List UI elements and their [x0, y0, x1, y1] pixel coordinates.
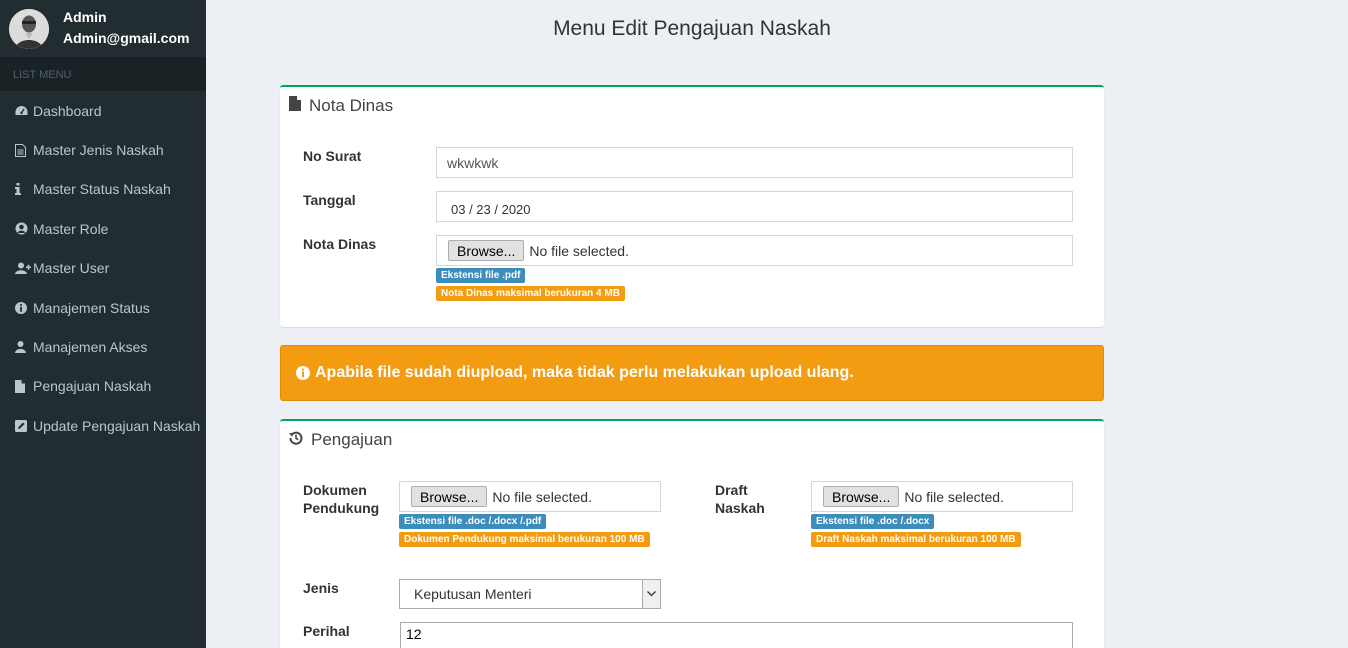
perihal-label: Perihal [303, 623, 350, 639]
jenis-label: Jenis [303, 580, 339, 596]
nota-dinas-box: Nota Dinas No Surat wkwkwk Tanggal 03 / … [280, 85, 1104, 327]
sidebar-item-label: Master Role [33, 220, 109, 237]
user-panel: Admin Admin@gmail.com [0, 0, 206, 57]
sidebar-item-label: Pengajuan Naskah [33, 378, 152, 395]
dashboard-icon [15, 105, 33, 117]
info-circle-icon [296, 366, 310, 380]
user-plus-icon [15, 262, 33, 275]
sidebar-item-label: Manajemen Akses [33, 339, 148, 356]
perihal-value: 12 [406, 626, 422, 642]
history-icon [289, 430, 303, 450]
dokumen-label-line-1: Dokumen [303, 482, 367, 498]
avatar [9, 9, 49, 49]
menu-header: LIST MENU [0, 57, 206, 91]
sidebar-item-label: Dashboard [33, 102, 102, 119]
dokumen-pendukung-label: Dokumen Pendukung [303, 481, 379, 517]
no-surat-label: No Surat [303, 148, 362, 164]
user-circle-icon [15, 222, 33, 235]
file-status: No file selected. [529, 242, 629, 259]
browse-button[interactable]: Browse... [448, 240, 525, 261]
sidebar-item-label: Update Pengajuan Naskah [33, 417, 201, 434]
upload-warning-alert: Apabila file sudah diupload, maka tidak … [280, 345, 1104, 401]
nota-dinas-box-title: Nota Dinas [289, 96, 393, 116]
file-extension-badge: Ekstensi file .doc /.docx [811, 514, 935, 529]
draft-naskah-label: Draft Naskah [715, 481, 765, 517]
file-icon [15, 379, 33, 393]
edit-icon [15, 419, 33, 432]
jenis-select[interactable]: Keputusan Menteri [399, 579, 661, 609]
sidebar-item-master-status-naskah[interactable]: Master Status Naskah [0, 170, 206, 209]
box-title-text: Nota Dinas [309, 96, 394, 115]
sidebar-item-manajemen-akses[interactable]: Manajemen Akses [0, 327, 206, 366]
browse-button[interactable]: Browse... [411, 486, 488, 507]
file-size-badge: Dokumen Pendukung maksimal berukuran 100… [399, 532, 650, 547]
dokumen-label-line-2: Pendukung [303, 500, 380, 516]
box-title-text: Pengajuan [311, 430, 393, 449]
info-icon [15, 183, 33, 196]
tanggal-label: Tanggal [303, 192, 356, 208]
alert-text: Apabila file sudah diupload, maka tidak … [315, 364, 854, 381]
sidebar-item-label: Manajemen Status [33, 299, 150, 316]
sidebar-item-master-role[interactable]: Master Role [0, 209, 206, 248]
sidebar-item-label: Master Status Naskah [33, 181, 171, 198]
file-icon [289, 96, 301, 116]
sidebar-item-manajemen-status[interactable]: Manajemen Status [0, 288, 206, 327]
tanggal-value: 03 / 23 / 2020 [451, 202, 531, 217]
nota-dinas-file-input[interactable]: Browse... No file selected. [436, 235, 1073, 266]
sidebar: Admin Admin@gmail.com LIST MENU Dashboar… [0, 0, 206, 648]
sidebar-item-master-user[interactable]: Master User [0, 249, 206, 288]
file-size-badge: Draft Naskah maksimal berukuran 100 MB [811, 532, 1021, 547]
sidebar-item-update-pengajuan-naskah[interactable]: Update Pengajuan Naskah [0, 406, 206, 445]
user-icon [15, 341, 33, 354]
info-circle-icon [15, 301, 33, 314]
sidebar-menu: Dashboard Master Jenis Naskah Master Sta… [0, 91, 206, 446]
tanggal-input[interactable]: 03 / 23 / 2020 [436, 191, 1073, 222]
chevron-down-icon[interactable] [642, 580, 660, 608]
no-surat-value: wkwkwk [447, 154, 499, 171]
jenis-selected-value: Keputusan Menteri [414, 586, 532, 602]
pengajuan-box: Pengajuan Dokumen Pendukung Browse... No… [280, 419, 1104, 648]
nota-dinas-file-label: Nota Dinas [303, 236, 377, 252]
user-name: Admin [63, 9, 107, 25]
no-surat-input[interactable]: wkwkwk [436, 147, 1073, 178]
file-text-icon [15, 143, 33, 157]
sidebar-item-label: Master User [33, 260, 110, 277]
pengajuan-box-title: Pengajuan [289, 430, 392, 450]
dokumen-pendukung-file-input[interactable]: Browse... No file selected. [399, 481, 661, 512]
user-email: Admin@gmail.com [63, 30, 190, 46]
draft-label-line-1: Draft [715, 482, 748, 498]
draft-naskah-file-input[interactable]: Browse... No file selected. [811, 481, 1073, 512]
sidebar-item-label: Master Jenis Naskah [33, 142, 164, 159]
browse-button[interactable]: Browse... [823, 486, 900, 507]
file-status: No file selected. [904, 488, 1004, 505]
sidebar-item-master-jenis-naskah[interactable]: Master Jenis Naskah [0, 130, 206, 169]
file-extension-badge: Ekstensi file .pdf [436, 268, 526, 283]
sidebar-item-dashboard[interactable]: Dashboard [0, 91, 206, 130]
page-title: Menu Edit Pengajuan Naskah [553, 17, 831, 40]
draft-label-line-2: Naskah [715, 500, 765, 516]
perihal-textarea[interactable]: 12 [400, 622, 1073, 648]
sidebar-item-pengajuan-naskah[interactable]: Pengajuan Naskah [0, 367, 206, 406]
file-size-badge: Nota Dinas maksimal berukuran 4 MB [436, 286, 625, 301]
file-status: No file selected. [492, 488, 592, 505]
file-extension-badge: Ekstensi file .doc /.docx /.pdf [399, 514, 547, 529]
